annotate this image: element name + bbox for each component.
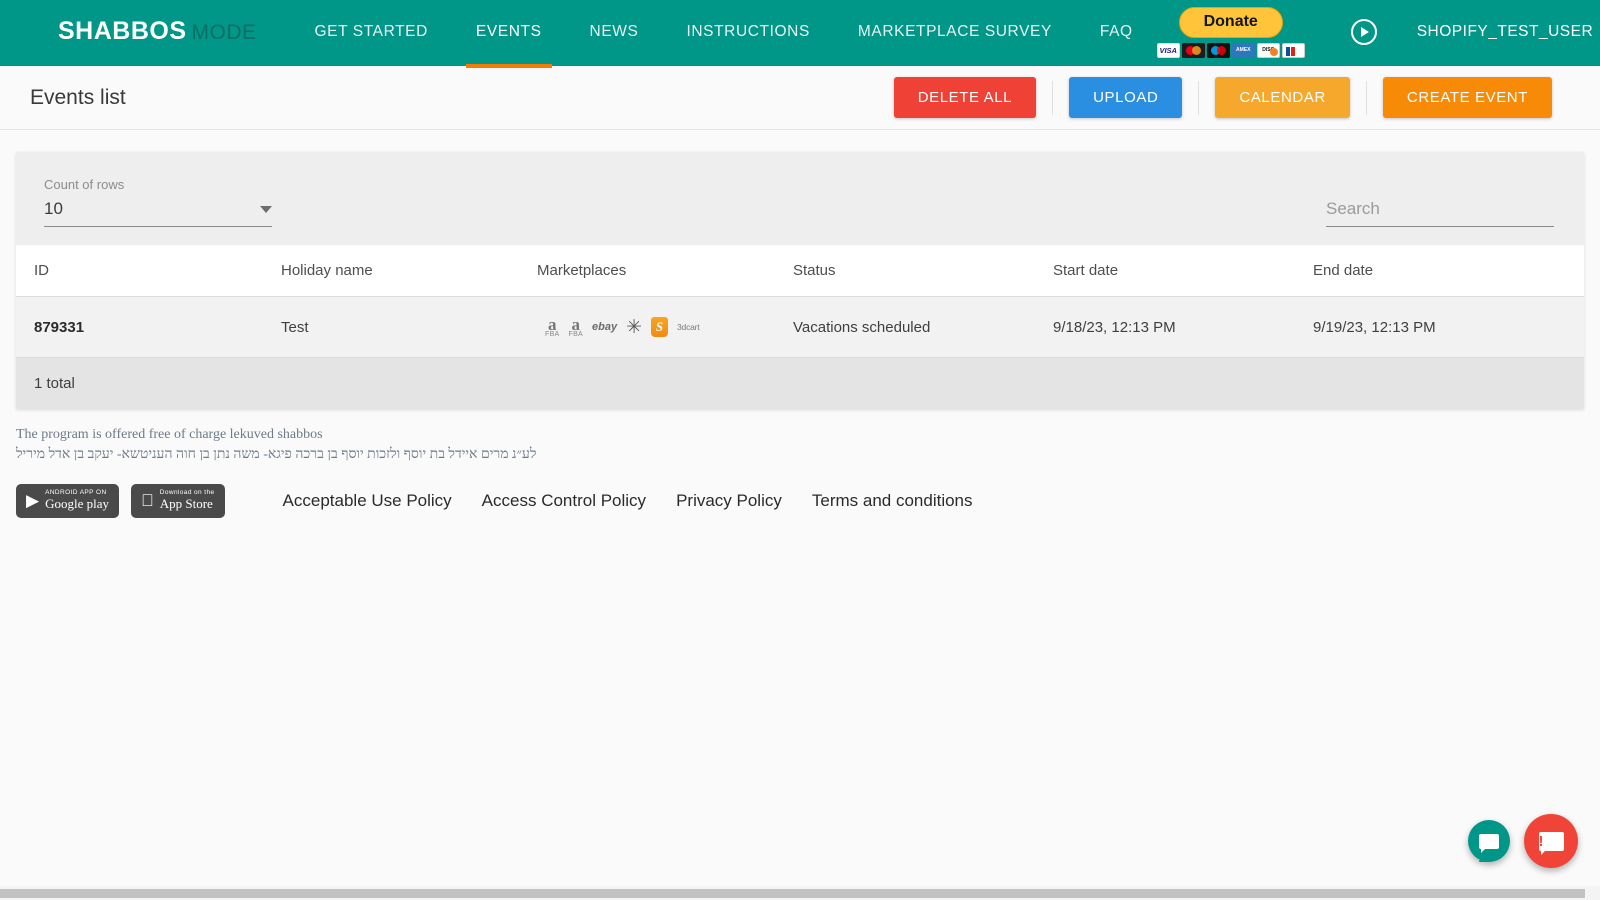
nav-links: GET STARTED EVENTS NEWS INSTRUCTIONS MAR… [291,0,1157,65]
marketplace-icon-list: a FBA a FBA ebay ✳ S 3dcart [537,316,793,338]
payment-card-icons: VISA AMEX DISC [1157,43,1305,58]
user-menu[interactable]: SHOPIFY_TEST_USER [1417,23,1600,41]
count-of-rows-label: Count of rows [44,177,272,192]
column-header-status[interactable]: Status [793,245,1053,297]
chat-lines [1479,831,1499,881]
cell-start-date: 9/18/23, 12:13 PM [1053,297,1313,358]
discover-icon: DISC [1257,43,1280,58]
upload-button[interactable]: UPLOAD [1069,77,1182,118]
cell-marketplaces: a FBA a FBA ebay ✳ S 3dcart [537,297,793,358]
column-header-start-date[interactable]: Start date [1053,245,1313,297]
events-table-card: Count of rows 10 ID Holiday name Marketp… [16,152,1584,409]
ebay-icon: ebay [592,321,617,333]
feedback-bubble-icon[interactable]: ! [1524,814,1578,868]
column-header-holiday-name[interactable]: Holiday name [281,245,537,297]
column-header-marketplaces[interactable]: Marketplaces [537,245,793,297]
nav-item-faq[interactable]: FAQ [1076,0,1157,65]
search-input[interactable] [1326,199,1554,227]
footer-dedication-en: The program is offered free of charge le… [16,425,1600,445]
jcb-icon [1282,43,1305,58]
column-header-id[interactable]: ID [16,245,281,297]
cell-status: Vacations scheduled [793,297,1053,358]
horizontal-scrollbar[interactable] [0,886,1600,900]
threedcart-icon: 3dcart [677,322,699,332]
amazon-fba-label: FBA [545,331,560,338]
walmart-icon: ✳ [626,318,642,337]
nav-item-get-started[interactable]: GET STARTED [291,0,452,65]
amazon-fba-icon: a FBA [545,316,560,338]
chevron-down-icon [260,206,272,213]
footer-link-privacy-policy[interactable]: Privacy Policy [676,491,782,511]
brand-secondary-text: MODE [192,21,257,44]
google-play-badge[interactable]: ▶ ANDROID APP ON Google play [16,484,119,518]
brand-logo[interactable]: SHABBOSMODE [58,17,257,46]
play-triangle [1361,27,1369,37]
username-label: SHOPIFY_TEST_USER [1417,23,1593,41]
play-circle-icon[interactable] [1351,19,1377,45]
footer-links: Acceptable Use Policy Access Control Pol… [283,491,973,511]
google-play-badge-bottom: Google play [45,497,109,511]
delete-all-button[interactable]: DELETE ALL [894,77,1036,118]
top-navigation-bar: SHABBOSMODE GET STARTED EVENTS NEWS INST… [0,0,1600,66]
page-footer: The program is offered free of charge le… [0,409,1600,518]
nav-item-events[interactable]: EVENTS [452,0,566,65]
nav-item-news[interactable]: NEWS [566,0,663,65]
feedback-exclamation-glyph: ! [1539,833,1544,850]
google-play-badge-text: ANDROID APP ON Google play [45,490,109,510]
footer-badges-and-links: ▶ ANDROID APP ON Google play  Download … [16,484,1600,518]
feedback-bubble-shape: ! [1539,832,1564,851]
page-header: Events list DELETE ALL UPLOAD CALENDAR C… [0,66,1600,130]
amex-icon: AMEX [1232,43,1255,58]
apple-logo-icon:  [141,491,154,511]
brand-primary-text: SHABBOS [58,17,187,45]
table-total-count: 1 total [16,358,1584,409]
horizontal-scrollbar-thumb[interactable] [0,889,1585,898]
nav-item-instructions[interactable]: INSTRUCTIONS [662,0,833,65]
page-actions: DELETE ALL UPLOAD CALENDAR CREATE EVENT [894,77,1552,118]
nav-item-marketplace-survey[interactable]: MARKETPLACE SURVEY [834,0,1076,65]
footer-link-terms-and-conditions[interactable]: Terms and conditions [812,491,973,511]
action-divider [1198,81,1199,115]
cell-holiday-name: Test [281,297,537,358]
footer-dedication-he: לע״נ מרים איידל בת יוסף ולזכות יוסף בן ב… [16,445,1600,465]
table-head: ID Holiday name Marketplaces Status Star… [16,245,1584,297]
action-divider [1366,81,1367,115]
cell-end-date: 9/19/23, 12:13 PM [1313,297,1584,358]
chat-bubble-icon[interactable] [1468,820,1510,862]
footer-link-acceptable-use-policy[interactable]: Acceptable Use Policy [283,491,452,511]
column-header-end-date[interactable]: End date [1313,245,1584,297]
play-triangle-icon: ▶ [26,491,39,511]
app-store-badge-text: Download on the App Store [160,490,215,510]
table-row[interactable]: 879331 Test a FBA a FBA ebay ✳ [16,297,1584,358]
visa-icon: VISA [1157,43,1180,58]
action-divider [1052,81,1053,115]
app-store-badge[interactable]:  Download on the App Store [131,484,225,518]
search-field[interactable] [1326,199,1554,227]
amazon-fba-icon: a FBA [569,316,584,338]
chat-bubble-shape [1479,834,1499,849]
count-of-rows-select[interactable]: Count of rows 10 [44,177,272,227]
floating-action-buttons: ! [1468,814,1578,868]
count-of-rows-value: 10 [44,199,63,219]
footer-link-access-control-policy[interactable]: Access Control Policy [482,491,646,511]
donate-button[interactable]: Donate [1179,7,1283,38]
table-body: 879331 Test a FBA a FBA ebay ✳ [16,297,1584,358]
app-store-badge-bottom: App Store [160,497,215,511]
calendar-button[interactable]: CALENDAR [1215,77,1350,118]
donate-section: Donate VISA AMEX DISC [1157,7,1305,58]
table-filters: Count of rows 10 [16,152,1584,245]
cell-id: 879331 [16,297,281,358]
events-table: ID Holiday name Marketplaces Status Star… [16,245,1584,358]
nav-right-cluster: Donate VISA AMEX DISC SHOPIFY_TEST_USER [1157,5,1600,58]
maestro-icon [1207,43,1230,58]
amazon-fba-label: FBA [569,331,584,338]
shopify-icon: S [651,317,668,337]
page-title: Events list [30,86,126,110]
create-event-button[interactable]: CREATE EVENT [1383,77,1552,118]
table-header-row: ID Holiday name Marketplaces Status Star… [16,245,1584,297]
count-of-rows-control[interactable]: 10 [44,199,272,227]
mastercard-icon [1182,43,1205,58]
